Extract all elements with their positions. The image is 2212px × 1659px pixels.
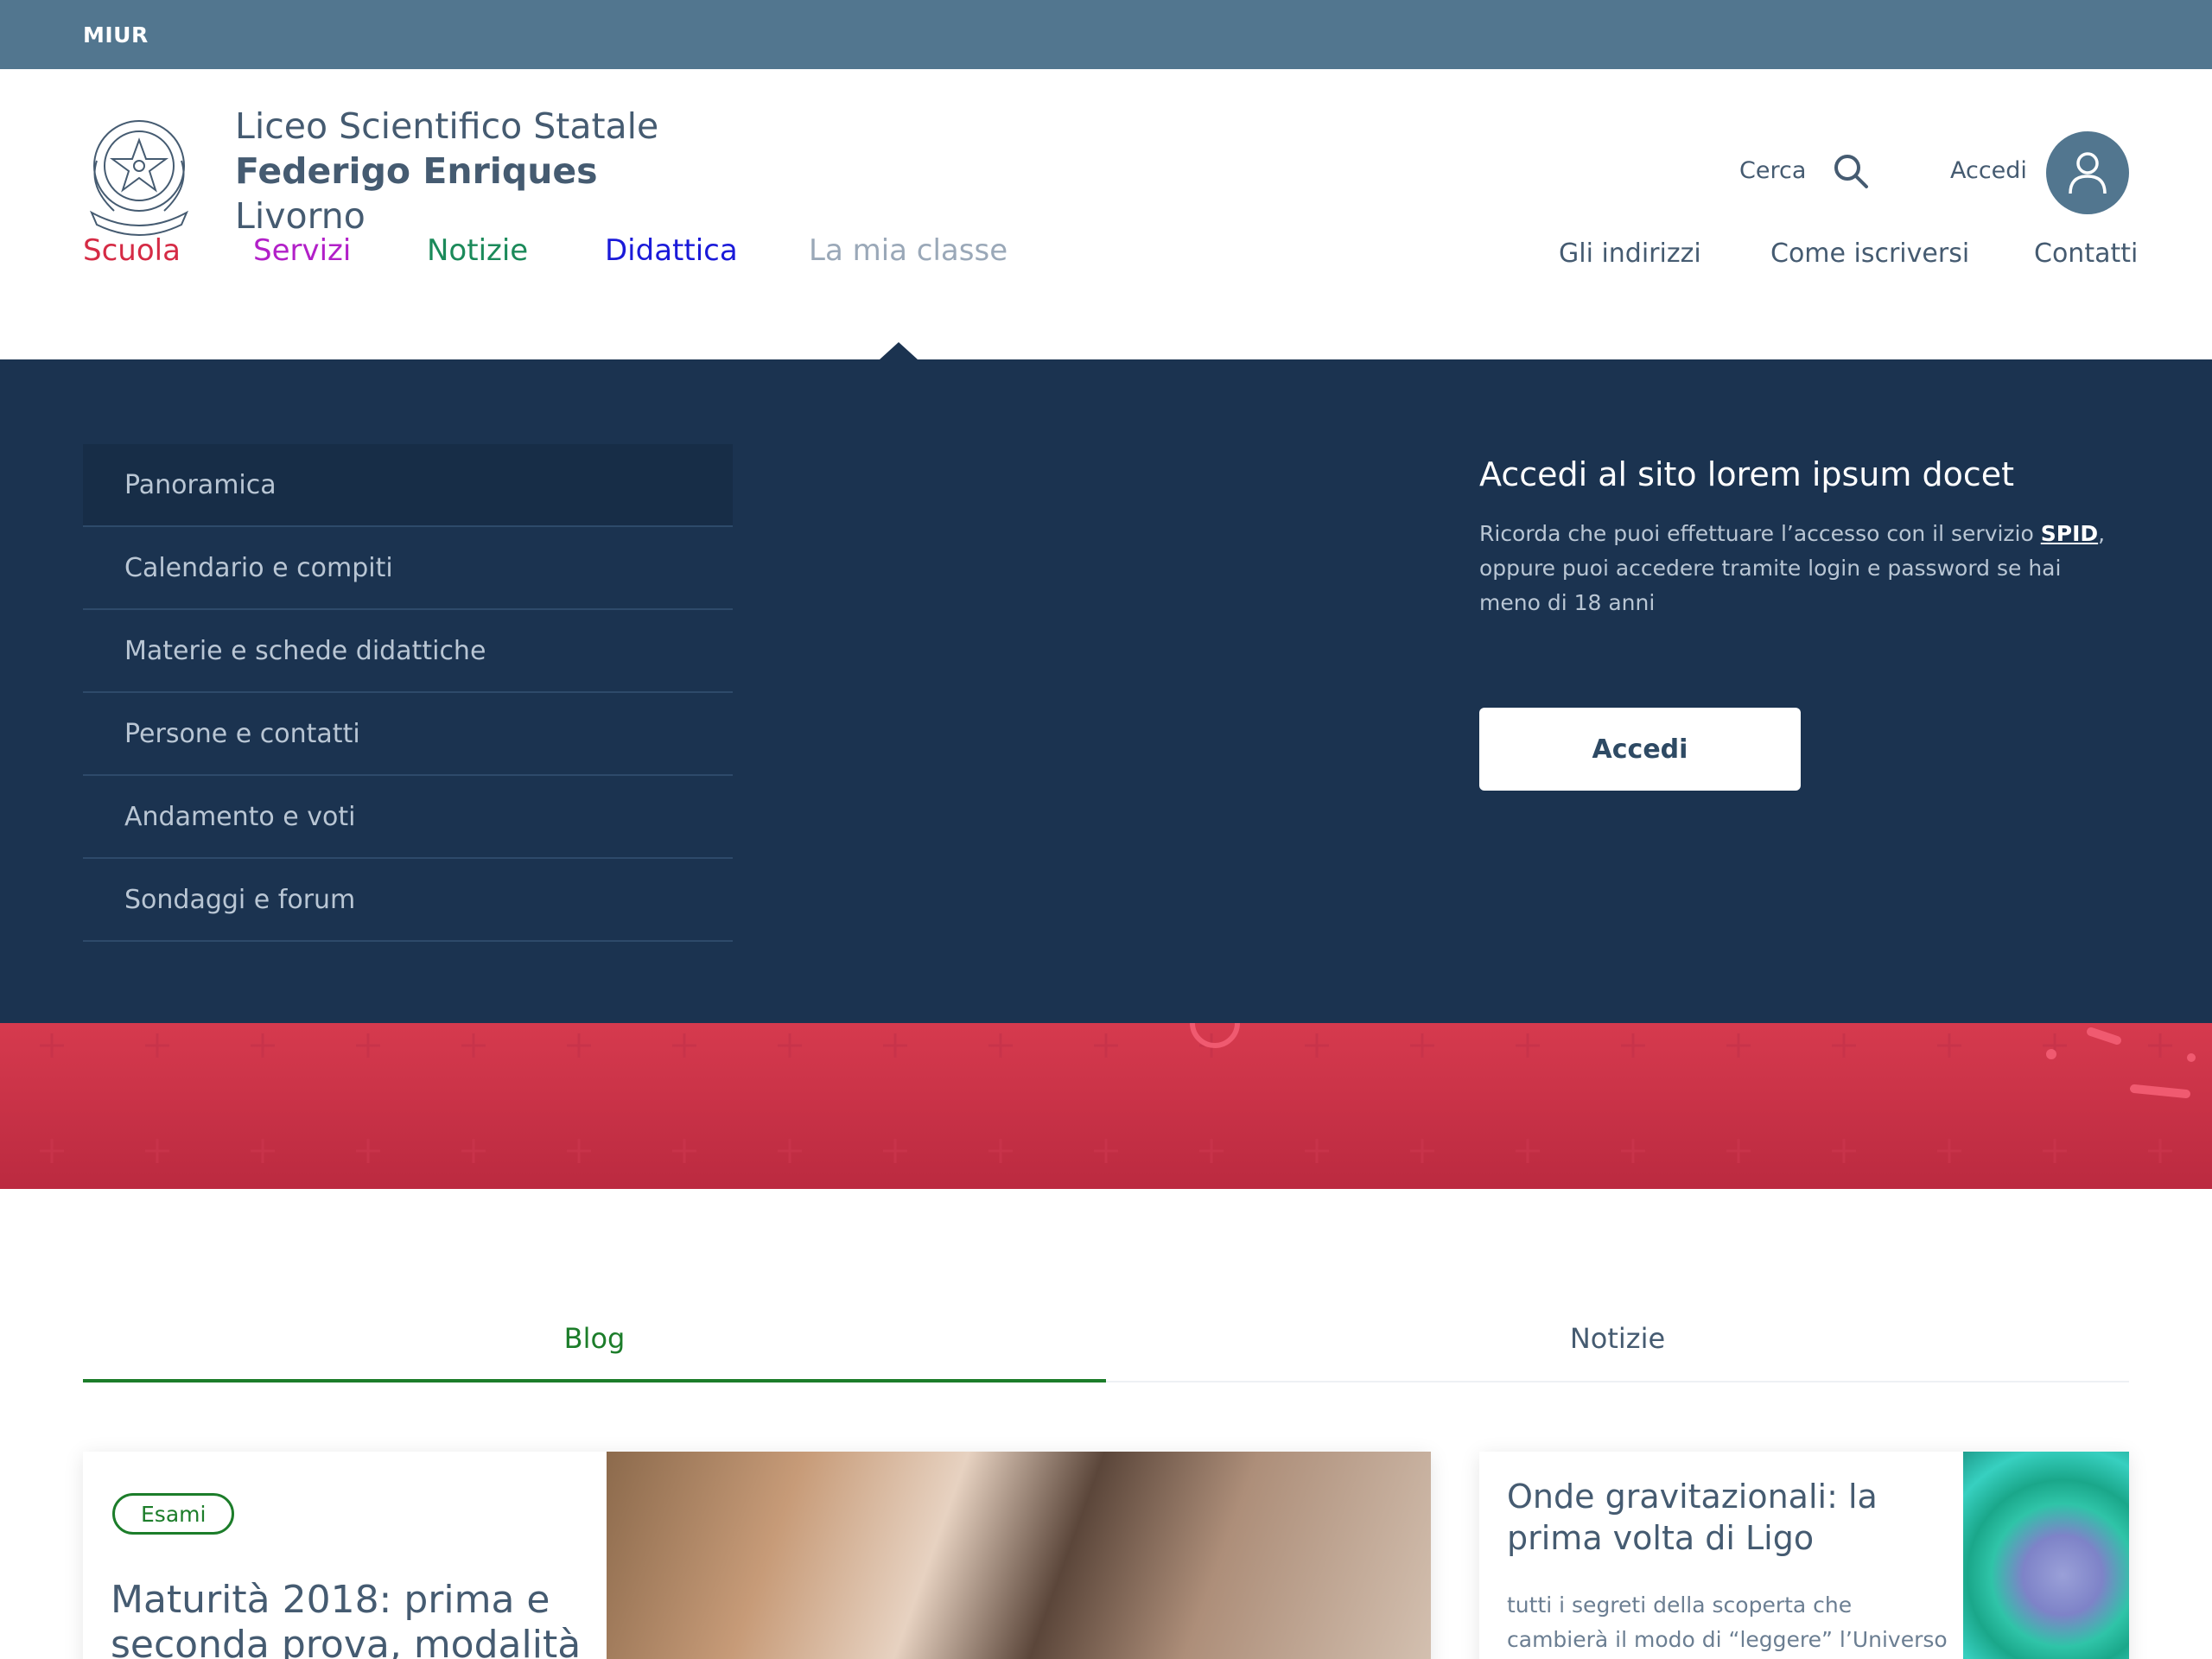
nav-come-iscriversi[interactable]: Come iscriversi: [1770, 235, 1969, 273]
site-header: Liceo Scientifico Statale Federigo Enriq…: [0, 69, 2212, 359]
login-text-before: Ricorda che puoi effettuare l’accesso co…: [1479, 521, 2041, 546]
nav-didattica[interactable]: Didattica: [605, 232, 738, 270]
menu-item-calendario[interactable]: Calendario e compiti: [83, 527, 733, 610]
user-button[interactable]: [2046, 131, 2129, 214]
school-name[interactable]: Liceo Scientifico Statale Federigo Enriq…: [235, 104, 658, 238]
menu-item-persone[interactable]: Persone e contatti: [83, 693, 733, 776]
category-badge[interactable]: Esami: [112, 1493, 235, 1535]
login-box: Accedi al sito lorem ipsum docet Ricorda…: [1479, 453, 2119, 620]
user-icon: [2069, 152, 2107, 194]
cross-pattern: [40, 1023, 2196, 1163]
login-title: Accedi al sito lorem ipsum docet: [1479, 455, 2015, 493]
nav-contatti[interactable]: Contatti: [2034, 235, 2138, 273]
tab-divider: [1106, 1381, 2129, 1382]
article-photo: [607, 1452, 1431, 1659]
menu-item-sondaggi[interactable]: Sondaggi e forum: [83, 859, 733, 942]
login-button[interactable]: Accedi: [1479, 708, 1801, 791]
featured-article-card[interactable]: Esami Maturità 2018: prima e seconda pro…: [83, 1452, 1431, 1659]
spid-link[interactable]: SPID: [2041, 521, 2098, 546]
menu-item-panoramica[interactable]: Panoramica: [83, 444, 733, 527]
nav-notizie[interactable]: Notizie: [427, 232, 528, 270]
article-title[interactable]: Maturità 2018: prima e seconda prova, mo…: [111, 1578, 594, 1659]
search-icon[interactable]: [1832, 152, 1870, 190]
article-excerpt: tutti i segreti della scoperta che cambi…: [1507, 1592, 1948, 1652]
menu-item-materie[interactable]: Materie e schede didattiche: [83, 610, 733, 693]
republic-emblem-icon: [89, 120, 189, 236]
tab-blog[interactable]: Blog: [83, 1322, 1106, 1355]
nav-servizi[interactable]: Servizi: [253, 232, 351, 270]
dropdown-pointer: [880, 342, 918, 359]
nav-la-mia-classe[interactable]: La mia classe: [809, 232, 1007, 270]
article-thumbnail: [1963, 1452, 2129, 1659]
nav-gli-indirizzi[interactable]: Gli indirizzi: [1559, 235, 1701, 273]
hero-band: [0, 1023, 2212, 1189]
article-card[interactable]: Onde gravitazionali: la prima volta di L…: [1479, 1452, 2129, 1659]
tab-active-indicator: [83, 1379, 1106, 1382]
top-strip: MIUR: [0, 0, 2212, 69]
tab-notizie[interactable]: Notizie: [1106, 1322, 2129, 1355]
article-title[interactable]: Onde gravitazionali: la prima volta di L…: [1507, 1476, 1956, 1559]
mega-menu-panel: Panoramica Calendario e compiti Materie …: [0, 359, 2212, 1023]
miur-link[interactable]: MIUR: [83, 22, 149, 48]
menu-item-andamento[interactable]: Andamento e voti: [83, 776, 733, 859]
login-label[interactable]: Accedi: [1950, 157, 2027, 184]
nav-scuola[interactable]: Scuola: [83, 232, 181, 270]
school-type: Liceo Scientifico Statale: [235, 105, 659, 147]
class-menu: Panoramica Calendario e compiti Materie …: [83, 444, 733, 942]
school-title: Federigo Enriques: [235, 150, 598, 192]
login-description: Ricorda che puoi effettuare l’accesso co…: [1479, 517, 2119, 620]
search-label[interactable]: Cerca: [1739, 157, 1806, 184]
